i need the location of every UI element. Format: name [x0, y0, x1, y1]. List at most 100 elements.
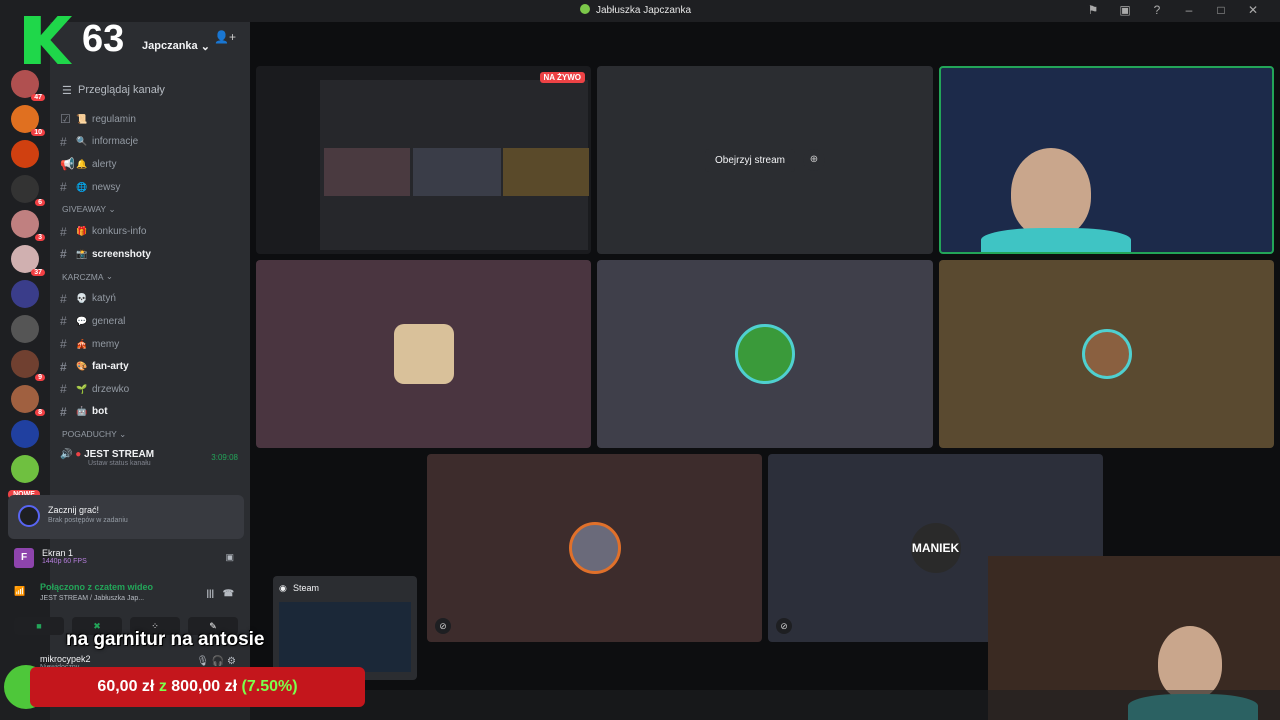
activity-icon [18, 505, 40, 527]
server-icon[interactable]: 8 [11, 385, 45, 416]
screen-share-panel[interactable]: F Ekran 1 1440p 60 FPS ▣ [8, 542, 244, 576]
help-icon[interactable]: ? [1150, 3, 1164, 17]
inbox-icon[interactable]: ⚑ [1086, 3, 1100, 17]
server-icon[interactable]: 6 [11, 175, 45, 206]
preview-tile [503, 148, 589, 196]
category-karczma[interactable]: KARCZMA ⌄ [60, 266, 250, 288]
headphones-icon[interactable]: 🎧 [212, 656, 224, 667]
viewer-count: 63 [82, 18, 125, 60]
preview-tile [413, 148, 501, 196]
channel-memy[interactable]: # 🎪 memy [60, 333, 250, 356]
channel-newsy[interactable]: # 🌐 newsy [60, 176, 250, 199]
camera-button[interactable]: ■ [14, 617, 64, 635]
participant-tile[interactable]: ⊘ [427, 454, 762, 642]
participant-video [981, 228, 1131, 252]
rules-icon: ☑ [60, 112, 71, 127]
hash-icon: # [60, 224, 67, 239]
server-icon[interactable]: 47 [11, 70, 45, 101]
chevron-down-icon: ⌄ [200, 40, 210, 53]
close-icon[interactable]: ✕ [1246, 3, 1260, 17]
screen-icon[interactable]: ▣ [1118, 3, 1132, 17]
avatar [735, 324, 795, 384]
server-icon[interactable] [11, 420, 39, 448]
category-pogaduchy[interactable]: POGADUCHY ⌄ [60, 423, 250, 445]
avatar: MANIEK [910, 523, 961, 573]
mic-icon[interactable]: 🎙 [196, 656, 209, 667]
avatar [393, 324, 454, 384]
channel-sidebar: Japczanka ⌄ 👤+ ☰ Przeglądaj kanały ☑ 📜 regu… [50, 22, 250, 720]
hash-icon: # [60, 134, 67, 149]
add-user-icon[interactable]: 👤+ [214, 30, 236, 44]
camera-tile-speaking[interactable] [939, 66, 1274, 254]
apple-icon [580, 4, 590, 14]
hash-icon: # [60, 314, 67, 329]
live-dot-icon: ● [75, 449, 82, 461]
server-icon[interactable]: 3 [11, 210, 45, 241]
avatar [568, 522, 621, 574]
server-icon-selected[interactable] [11, 455, 39, 483]
muted-icon: ⊘ [776, 618, 792, 634]
popout-icon[interactable]: ⊕ [803, 149, 825, 171]
stream-tile-watch[interactable]: Obejrzyj stream ⊕ [597, 66, 933, 254]
steam-thumbnail [279, 602, 411, 672]
donation-goal-bar: 60,00 zł z 800,00 zł (7.50%) [30, 667, 365, 707]
title-bar-controls: ⚑ ▣ ? – □ ✕ [1086, 3, 1260, 17]
server-icon[interactable]: 10 [11, 105, 45, 136]
hash-icon: # [60, 404, 67, 419]
browse-channels[interactable]: ☰ Przeglądaj kanały [60, 78, 250, 102]
channel-drzewko[interactable]: # 🌱 drzewko [60, 378, 250, 401]
server-icon[interactable] [11, 280, 39, 308]
minimize-icon[interactable]: – [1182, 3, 1196, 17]
steam-popup[interactable]: ◉ Steam [273, 576, 417, 680]
channel-general[interactable]: # 💬 general [60, 310, 250, 333]
channel-bot[interactable]: # 🤖 bot [60, 401, 250, 424]
avatar [1081, 329, 1132, 379]
activity-card[interactable]: Zacznij grać! Brak postępów w zadaniu [8, 495, 244, 539]
signal-icon: 📶 [14, 586, 26, 596]
channel-alerty[interactable]: 📢 🔔 alerty [60, 153, 250, 176]
hash-icon: # [60, 382, 67, 397]
preview-tile [324, 148, 410, 196]
disconnect-icon[interactable]: ☎ [223, 588, 234, 599]
participant-tile[interactable] [939, 260, 1274, 448]
server-icon[interactable] [11, 140, 39, 168]
stream-tile-screenshare[interactable]: NA ŻYWO [256, 66, 591, 254]
soundboard-icon[interactable]: ||| [206, 588, 214, 598]
hash-icon: # [60, 291, 67, 306]
hash-icon: # [60, 359, 67, 374]
stream-caption: na garnitur na antosie [66, 629, 265, 650]
voice-connection-panel[interactable]: 📶 Połączono z czatem wideo JEST STREAM /… [8, 582, 244, 612]
watch-stream-button[interactable]: Obejrzyj stream [704, 148, 795, 172]
title-bar: Jabłuszka Japczanka ⚑ ▣ ? – □ ✕ [0, 0, 1280, 22]
voice-icon: 🔊 [60, 449, 73, 461]
muted-icon: ⊘ [435, 618, 451, 634]
steam-icon: ◉ [279, 583, 287, 593]
live-badge: NA ŻYWO [539, 72, 585, 83]
hash-icon: # [60, 180, 67, 195]
server-icon[interactable]: 9 [11, 350, 45, 381]
category-giveaway[interactable]: GIVEAWAY ⌄ [60, 198, 250, 220]
hash-icon: # [60, 337, 67, 352]
participant-video [1011, 148, 1091, 238]
megaphone-icon: 📢 [60, 157, 75, 172]
channel-informacje[interactable]: # 🔍 informacje [60, 131, 250, 154]
participant-tile[interactable] [256, 260, 591, 448]
window-title: Jabłuszka Japczanka [580, 4, 691, 16]
settings-icon[interactable]: ⚙ [227, 656, 236, 667]
channel-screenshoty[interactable]: # 📸 screenshoty [60, 243, 250, 266]
hash-icon: # [60, 247, 67, 262]
voice-channel-jest-stream[interactable]: 🔊 ● JEST STREAM 3:09:08 Ustaw status kan… [60, 449, 250, 481]
channel-regulamin[interactable]: ☑ 📜 regulamin [60, 108, 250, 131]
maximize-icon[interactable]: □ [1214, 3, 1228, 17]
server-icon[interactable] [11, 315, 39, 343]
list-icon: ☰ [62, 84, 72, 97]
server-rail: 47 10 6 3 37 9 8 NOWE [0, 22, 50, 720]
channel-fan-arty[interactable]: # 🎨 fan-arty [60, 355, 250, 378]
user-controls: 🎙 🎧 ⚙ [196, 656, 236, 667]
stop-share-icon[interactable]: ▣ [225, 552, 234, 563]
screen-avatar: F [14, 548, 34, 568]
channel-konkurs-info[interactable]: # 🎁 konkurs-info [60, 220, 250, 243]
channel-katyn[interactable]: # 💀 katyń [60, 288, 250, 311]
participant-tile[interactable] [597, 260, 933, 448]
server-icon[interactable]: 37 [11, 245, 45, 276]
